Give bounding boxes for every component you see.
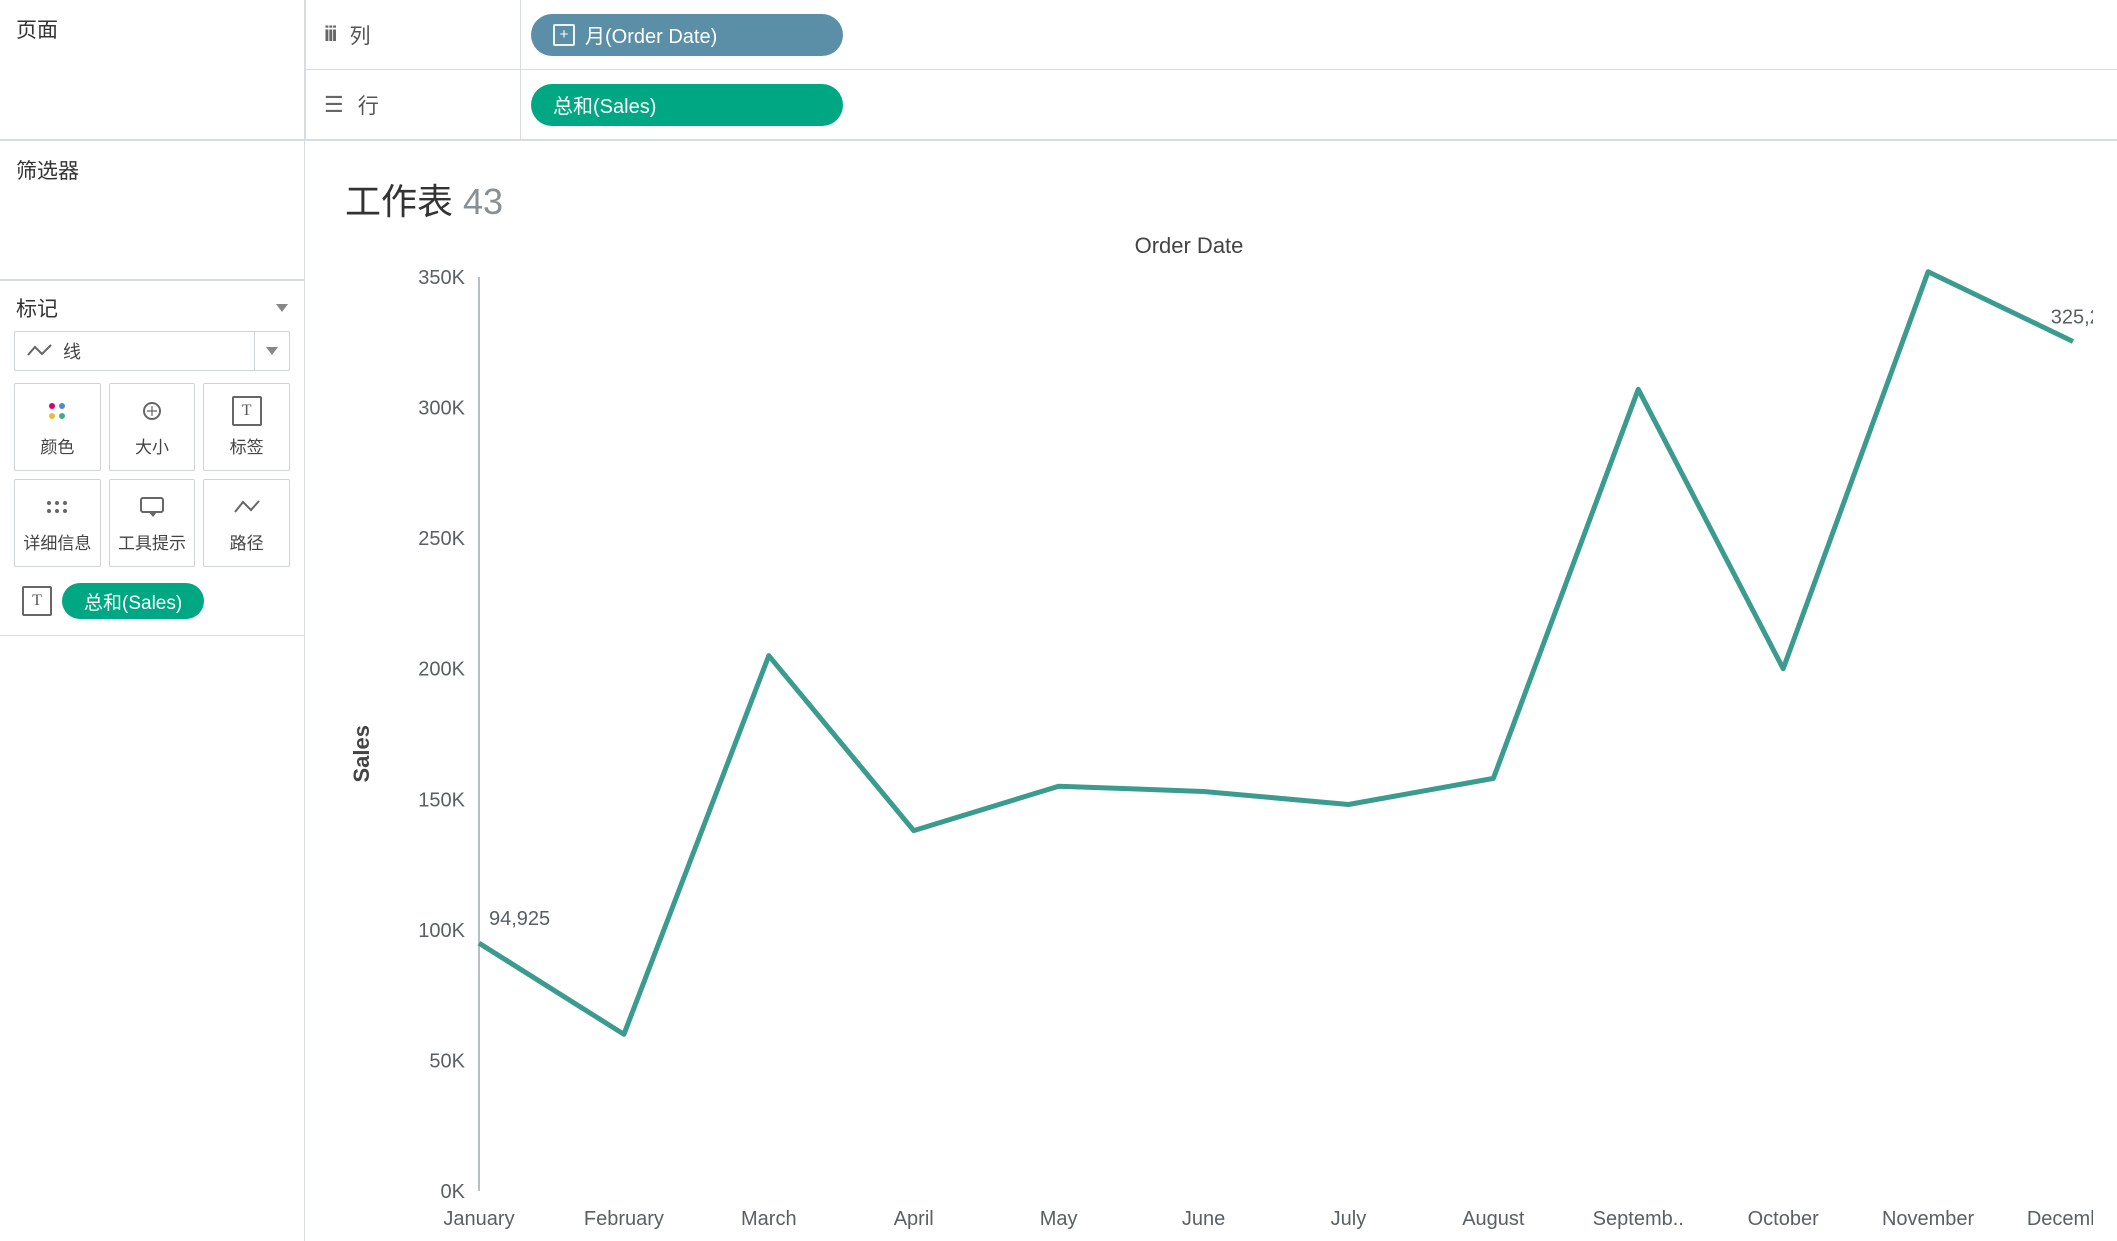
x-tick-label: June bbox=[1182, 1208, 1225, 1230]
y-tick-label: 200K bbox=[418, 659, 465, 681]
sheet-title-number: 43 bbox=[463, 181, 503, 222]
marks-pill-sales[interactable]: 总和(Sales) bbox=[62, 583, 204, 619]
y-tick-label: 150K bbox=[418, 789, 465, 811]
label-encoding-icon[interactable]: T bbox=[22, 586, 52, 616]
series-line[interactable] bbox=[479, 272, 2073, 1035]
rows-pill-sales[interactable]: 总和(Sales) bbox=[531, 84, 843, 126]
rows-pill-label: 总和(Sales) bbox=[553, 90, 656, 119]
x-tick-label: March bbox=[741, 1208, 797, 1230]
marks-collapse-icon[interactable] bbox=[276, 304, 288, 312]
marks-size-label: 大小 bbox=[135, 433, 169, 458]
columns-shelf[interactable]: iii 列 + 月(Order Date) bbox=[305, 0, 2117, 70]
x-axis-title: Order Date bbox=[285, 233, 2093, 259]
y-tick-label: 100K bbox=[418, 920, 465, 942]
marks-detail-button[interactable]: 详细信息 bbox=[14, 479, 101, 567]
line-icon bbox=[27, 343, 53, 359]
marks-detail-label: 详细信息 bbox=[23, 529, 91, 554]
rows-icon: ☰ bbox=[324, 92, 344, 118]
columns-shelf-header: iii 列 bbox=[306, 0, 521, 69]
y-tick-label: 50K bbox=[429, 1050, 465, 1072]
path-icon bbox=[233, 493, 261, 521]
color-icon bbox=[46, 397, 68, 425]
x-tick-label: Septemb.. bbox=[1593, 1208, 1684, 1230]
data-label: 325,294 bbox=[2051, 307, 2093, 329]
x-tick-label: October bbox=[1748, 1208, 1819, 1230]
marks-color-button[interactable]: 颜色 bbox=[14, 383, 101, 471]
x-tick-label: February bbox=[584, 1208, 664, 1230]
marks-size-button[interactable]: 大小 bbox=[109, 383, 196, 471]
chart-plot[interactable]: 0K 50K 100K 150K 200K 250K 300K 350K January Febr… bbox=[379, 267, 2093, 1241]
rows-shelf-header: ☰ 行 bbox=[306, 70, 521, 139]
marks-card: 标记 线 颜色 bbox=[0, 280, 304, 636]
marks-label-button[interactable]: T 标签 bbox=[203, 383, 290, 471]
sheet-title-prefix: 工作表 bbox=[345, 181, 463, 222]
mark-type-label: 线 bbox=[63, 338, 81, 364]
marks-label-label: 标签 bbox=[230, 433, 264, 458]
x-tick-label: January bbox=[443, 1208, 514, 1230]
marks-title: 标记 bbox=[16, 293, 58, 323]
columns-pill-label: 月(Order Date) bbox=[585, 20, 717, 49]
pages-title: 页面 bbox=[16, 14, 288, 44]
x-tick-label: May bbox=[1040, 1208, 1078, 1230]
mark-type-dropdown[interactable]: 线 bbox=[14, 331, 290, 371]
x-tick-label: April bbox=[894, 1208, 934, 1230]
view-area: 工作表 43 Order Date Sales 0K50K100K150K200… bbox=[305, 140, 2117, 1241]
marks-tooltip-button[interactable]: 工具提示 bbox=[109, 479, 196, 567]
x-tick-label: December bbox=[2027, 1208, 2093, 1230]
y-tick-label: 300K bbox=[418, 398, 465, 420]
rows-shelf[interactable]: ☰ 行 总和(Sales) bbox=[305, 70, 2117, 140]
marks-tooltip-label: 工具提示 bbox=[118, 529, 186, 554]
columns-pill-orderdate[interactable]: + 月(Order Date) bbox=[531, 14, 843, 56]
pages-card: 页面 bbox=[0, 0, 305, 140]
marks-path-button[interactable]: 路径 bbox=[203, 479, 290, 567]
sheet-title[interactable]: 工作表 43 bbox=[345, 173, 2093, 225]
detail-icon bbox=[45, 493, 69, 521]
x-tick-label: July bbox=[1331, 1208, 1367, 1230]
marks-path-label: 路径 bbox=[230, 529, 264, 554]
y-tick-label: 0K bbox=[441, 1181, 466, 1203]
chevron-down-icon bbox=[266, 347, 278, 355]
expand-icon[interactable]: + bbox=[553, 24, 575, 46]
rows-label: 行 bbox=[358, 90, 379, 120]
marks-color-label: 颜色 bbox=[40, 433, 74, 458]
y-tick-label: 350K bbox=[418, 267, 465, 289]
tooltip-icon bbox=[139, 493, 165, 521]
x-tick-label: November bbox=[1882, 1208, 1975, 1230]
data-label: 94,925 bbox=[489, 908, 550, 930]
columns-label: 列 bbox=[350, 20, 371, 50]
columns-icon: iii bbox=[324, 23, 336, 47]
filters-title: 筛选器 bbox=[16, 155, 288, 185]
x-tick-label: August bbox=[1462, 1208, 1525, 1230]
y-axis-title: Sales bbox=[349, 725, 375, 783]
y-tick-label: 250K bbox=[418, 528, 465, 550]
marks-pill-label: 总和(Sales) bbox=[84, 588, 182, 615]
label-icon: T bbox=[232, 397, 262, 425]
size-icon bbox=[139, 397, 165, 425]
filters-card: 筛选器 bbox=[0, 140, 304, 280]
